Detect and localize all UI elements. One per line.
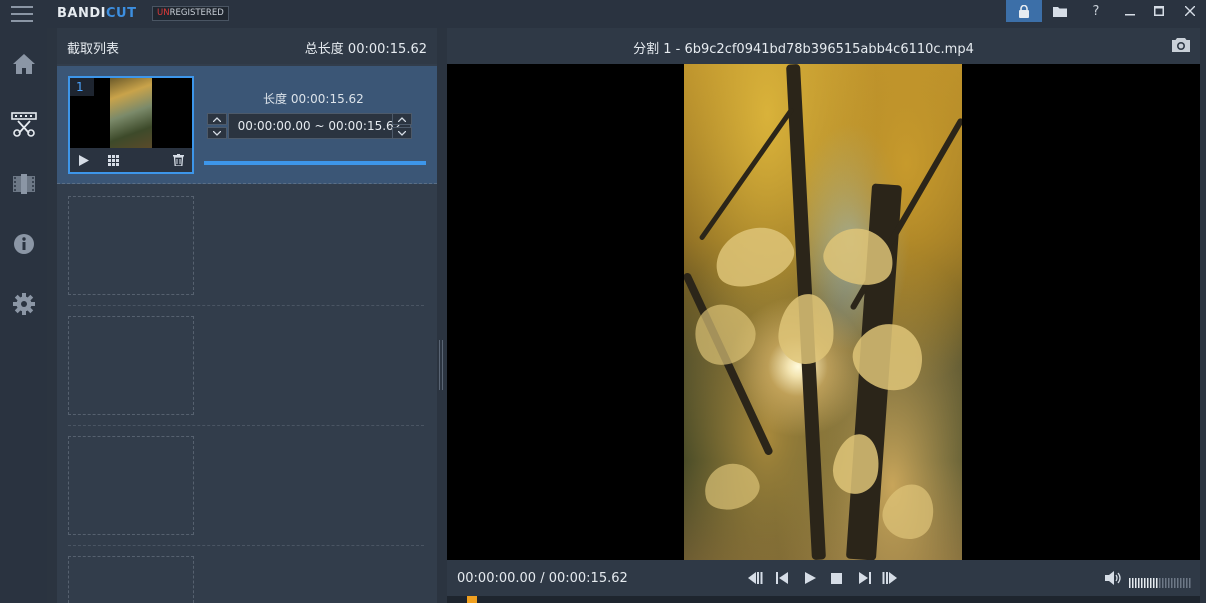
- go-to-end-button[interactable]: [881, 570, 899, 586]
- clip-length-label: 长度 00:00:15.62: [263, 92, 364, 106]
- chevron-up-icon: [398, 116, 406, 122]
- trash-icon: [172, 154, 184, 166]
- playback-controls: 00:00:00.00 / 00:00:15.62: [447, 560, 1200, 596]
- step-back-button[interactable]: [773, 570, 791, 586]
- open-folder-button[interactable]: [1042, 0, 1078, 22]
- clip-grid-button[interactable]: [105, 152, 121, 168]
- clip-number: 1: [70, 78, 94, 96]
- go-to-start-button[interactable]: [746, 570, 764, 586]
- info-icon: [13, 234, 34, 254]
- play-button[interactable]: [801, 570, 819, 586]
- camera-icon: [1172, 38, 1190, 52]
- sidebar-item-merge[interactable]: [0, 162, 47, 206]
- sidebar-item-info[interactable]: [0, 222, 47, 266]
- clip-delete-button[interactable]: [170, 152, 186, 168]
- clip-thumbnail[interactable]: 1: [68, 76, 194, 174]
- next-frame-icon: [882, 572, 897, 584]
- timeline-track[interactable]: [447, 596, 1200, 603]
- video-file-title: 分割 1 - 6b9c2cf0941bd78b396515abb4c6110c.…: [633, 42, 974, 57]
- clip-thumbnail-image: [110, 78, 152, 148]
- empty-clip-slot[interactable]: [68, 196, 194, 295]
- clip-progress-bar: [204, 161, 426, 165]
- settings-icon: [12, 293, 35, 315]
- play-icon: [804, 572, 816, 584]
- volume-button[interactable]: [1105, 570, 1123, 586]
- close-button[interactable]: [1172, 0, 1206, 22]
- grid-icon: [107, 154, 119, 166]
- chevron-down-icon: [398, 130, 406, 136]
- cut-list-panel: 截取列表 总长度 00:00:15.62 1 长度 00:00:15.62 00…: [57, 28, 437, 603]
- help-icon: ?: [1092, 3, 1100, 19]
- app-logo: BANDICUT: [57, 6, 137, 21]
- close-icon: [1185, 6, 1195, 16]
- slot-divider: [68, 545, 424, 546]
- snapshot-button[interactable]: [1171, 37, 1191, 55]
- start-time-down-button[interactable]: [207, 127, 227, 139]
- title-bar: BANDICUT UNREGISTERED ?: [0, 0, 1206, 28]
- stop-button[interactable]: [827, 570, 845, 586]
- clip-row[interactable]: 1 长度 00:00:15.62 00:00:00.00 ~ 00:00:15.…: [57, 66, 437, 184]
- step-back-icon: [775, 572, 788, 584]
- preview-header: 分割 1 - 6b9c2cf0941bd78b396515abb4c6110c.…: [447, 28, 1200, 64]
- play-icon: [79, 154, 89, 166]
- lock-icon: [1019, 4, 1029, 18]
- volume-icon: [1105, 571, 1121, 585]
- step-forward-icon: [858, 572, 871, 584]
- chevron-down-icon: [213, 130, 221, 136]
- video-frame: [684, 64, 962, 560]
- video-viewport[interactable]: [447, 64, 1200, 560]
- timeline-playhead[interactable]: [467, 596, 477, 603]
- empty-clip-slot[interactable]: [68, 316, 194, 415]
- playback-timecode: 00:00:00.00 / 00:00:15.62: [457, 571, 628, 586]
- unregistered-badge[interactable]: UNREGISTERED: [152, 6, 229, 21]
- step-forward-button[interactable]: [855, 570, 873, 586]
- home-icon: [12, 54, 35, 74]
- clip-play-button[interactable]: [76, 152, 92, 168]
- preview-panel: 分割 1 - 6b9c2cf0941bd78b396515abb4c6110c.…: [447, 28, 1200, 603]
- slot-divider: [68, 305, 424, 306]
- folder-icon: [1053, 6, 1067, 17]
- volume-level-bars: [1129, 578, 1191, 588]
- panel-splitter-handle[interactable]: [439, 340, 443, 390]
- sidebar-item-home[interactable]: [0, 42, 47, 86]
- chevron-up-icon: [213, 116, 221, 122]
- end-time-up-button[interactable]: [392, 113, 412, 125]
- cut-list-header: 截取列表 总长度 00:00:15.62: [57, 28, 437, 64]
- total-length: 总长度 00:00:15.62: [304, 42, 427, 57]
- prev-frame-icon: [748, 572, 763, 584]
- empty-clip-slot[interactable]: [68, 436, 194, 535]
- cut-icon: [10, 112, 37, 137]
- cut-list-title: 截取列表: [67, 42, 120, 57]
- hamburger-menu-icon[interactable]: [11, 6, 33, 22]
- clip-thumb-toolbar: [70, 148, 192, 172]
- sidebar-item-cut[interactable]: [0, 102, 47, 146]
- sidebar-item-settings[interactable]: [0, 282, 47, 326]
- lock-button[interactable]: [1006, 0, 1042, 22]
- volume-slider[interactable]: [1129, 573, 1191, 588]
- start-time-up-button[interactable]: [207, 113, 227, 125]
- help-button[interactable]: ?: [1078, 0, 1114, 22]
- slot-divider: [68, 425, 424, 426]
- end-time-down-button[interactable]: [392, 127, 412, 139]
- clip-range-field[interactable]: 00:00:00.00 ~ 00:00:15.62: [228, 113, 411, 139]
- empty-clip-slot[interactable]: [68, 556, 194, 603]
- minimize-icon: [1125, 14, 1135, 16]
- merge-icon: [12, 174, 35, 194]
- sidebar: [0, 28, 47, 603]
- maximize-icon: [1154, 6, 1164, 16]
- stop-icon: [830, 572, 842, 584]
